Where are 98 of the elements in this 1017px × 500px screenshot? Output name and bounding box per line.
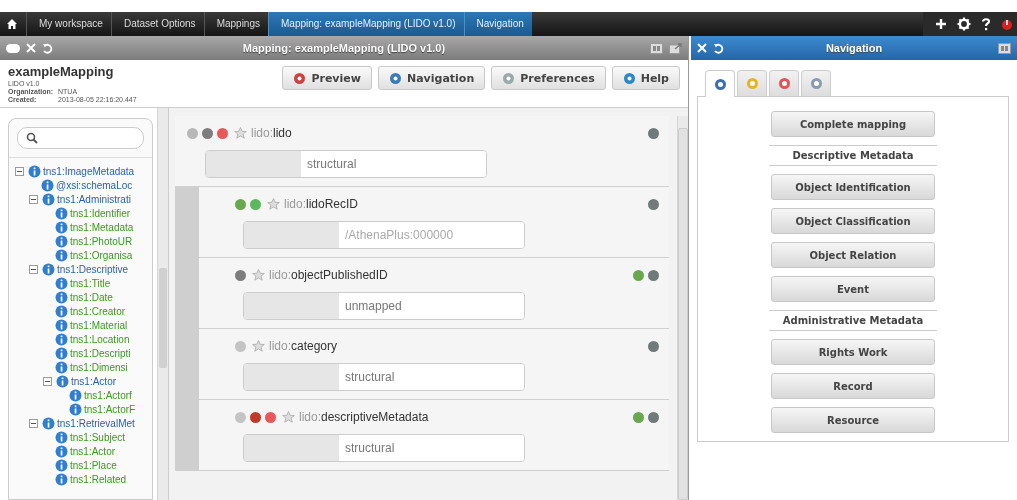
- element-name: lido:objectPublishedID: [269, 268, 388, 282]
- tree-item[interactable]: tns1:Organisa: [70, 249, 133, 261]
- close-icon[interactable]: [697, 43, 707, 53]
- info-icon: [55, 248, 68, 262]
- info-icon: [55, 234, 68, 248]
- preferences-button[interactable]: Preferences: [491, 66, 606, 90]
- refresh-icon[interactable]: [42, 42, 53, 54]
- compass-tab[interactable]: [705, 70, 735, 97]
- tree-item[interactable]: tns1:Actor: [70, 445, 116, 457]
- info-icon: [56, 374, 69, 388]
- collapse-toggle[interactable]: [29, 418, 38, 428]
- error-tab[interactable]: [769, 70, 799, 96]
- info-icon: [55, 290, 68, 304]
- navigation-button[interactable]: Complete mapping: [771, 111, 935, 137]
- info-icon: [42, 262, 55, 276]
- scrollbar[interactable]: [157, 108, 168, 500]
- search-field[interactable]: [17, 127, 144, 149]
- tree-item[interactable]: tns1:RetrievalMet: [57, 417, 135, 429]
- info-icon: [55, 332, 68, 346]
- navigation-button[interactable]: Object Identification: [771, 174, 935, 200]
- tree-item[interactable]: tns1:Metadata: [70, 221, 134, 233]
- collapse-toggle[interactable]: [43, 376, 52, 386]
- popout-icon[interactable]: [669, 42, 682, 54]
- tree-item[interactable]: tns1:PhotoUR: [70, 235, 133, 247]
- close-icon[interactable]: [26, 43, 36, 53]
- tree-item[interactable]: tns1:Actor: [71, 375, 117, 387]
- navigation-button[interactable]: Navigation: [377, 66, 486, 90]
- tree-item[interactable]: tns1:ActorF: [84, 403, 136, 415]
- mapping-value-field[interactable]: unmapped: [243, 292, 525, 320]
- mapping-value-field[interactable]: structural: [243, 434, 525, 462]
- tree-item[interactable]: tns1:Title: [70, 277, 111, 289]
- tree-item[interactable]: tns1:Administrati: [57, 193, 131, 205]
- info-icon: [28, 164, 41, 178]
- info-icon: [41, 178, 54, 192]
- navigation-button[interactable]: Object Relation: [771, 242, 935, 268]
- layout-icon[interactable]: [998, 42, 1011, 54]
- info-icon: [55, 318, 68, 332]
- info-icon: [69, 388, 82, 402]
- collapse-toggle[interactable]: [29, 264, 38, 274]
- collapse-toggle[interactable]: [29, 194, 38, 204]
- tree-item[interactable]: tns1:Subject: [70, 431, 126, 443]
- tree-item[interactable]: tns1:Date: [70, 291, 113, 303]
- info-icon: [55, 444, 68, 458]
- info-icon: [42, 192, 55, 206]
- element-name: lido:lido: [251, 126, 292, 140]
- mapping-value-field[interactable]: structural: [205, 150, 487, 178]
- tree-item[interactable]: tns1:Dimensi: [70, 361, 128, 373]
- collapse-toggle[interactable]: [15, 166, 24, 176]
- tree-item[interactable]: tns1:ImageMetadata: [43, 165, 135, 177]
- tree-item[interactable]: tns1:Creator: [70, 305, 126, 317]
- section-heading: Descriptive Metadata: [769, 145, 937, 166]
- info-icon: [55, 276, 68, 290]
- info-icon: [55, 472, 68, 486]
- tree-item[interactable]: tns1:Related: [70, 473, 127, 485]
- info-icon: [55, 304, 68, 318]
- tree-item[interactable]: tns1:Actorf: [84, 389, 132, 401]
- search-tab[interactable]: [801, 70, 831, 96]
- info-icon: [42, 416, 55, 430]
- mapping-name: exampleMapping: [8, 64, 115, 80]
- refresh-icon[interactable]: [713, 42, 724, 54]
- element-name: lido:category: [269, 339, 338, 353]
- window-title: Mapping: exampleMapping (LIDO v1.0): [241, 42, 447, 54]
- scrollbar[interactable]: [677, 116, 688, 500]
- star-tab[interactable]: [737, 70, 767, 96]
- tree-item[interactable]: tns1:Identifier: [70, 207, 131, 219]
- tree-item[interactable]: tns1:Descripti: [70, 347, 131, 359]
- info-icon: [55, 430, 68, 444]
- info-icon: [55, 346, 68, 360]
- tree-item[interactable]: tns1:Place: [70, 459, 117, 471]
- navigation-button[interactable]: Record: [771, 373, 935, 399]
- info-icon: [55, 360, 68, 374]
- settings-icon[interactable]: [957, 17, 971, 31]
- info-icon: [69, 402, 82, 416]
- breadcrumb-link[interactable]: Mapping: exampleMapping (LIDO v1.0): [268, 12, 464, 36]
- breadcrumb-link[interactable]: Navigation: [463, 12, 532, 36]
- navigation-button[interactable]: Rights Work: [771, 339, 935, 365]
- navigation-button[interactable]: Object Classification: [771, 208, 935, 234]
- tree-item[interactable]: tns1:Location: [70, 333, 130, 345]
- power-icon[interactable]: [1001, 17, 1013, 31]
- info-icon: [55, 458, 68, 472]
- preview-button[interactable]: Preview: [282, 66, 372, 90]
- tree-item[interactable]: @xsi:schemaLoc: [56, 179, 133, 191]
- section-heading: Administrative Metadata: [769, 310, 937, 331]
- info-icon: [55, 220, 68, 234]
- navigation-button[interactable]: Resource: [771, 407, 935, 433]
- minimize-icon[interactable]: [6, 43, 20, 53]
- layout-icon[interactable]: [650, 42, 663, 54]
- element-name: lido:lidoRecID: [284, 197, 359, 211]
- plus-icon[interactable]: [935, 18, 947, 30]
- mapping-value-field[interactable]: /AthenaPlus:000000: [243, 221, 525, 249]
- element-name: lido:descriptiveMetadata: [299, 410, 429, 424]
- info-icon: [55, 206, 68, 220]
- navigation-button[interactable]: Event: [771, 276, 935, 302]
- mapping-value-field[interactable]: structural: [243, 363, 525, 391]
- tree-item[interactable]: tns1:Material: [70, 319, 128, 331]
- tree-item[interactable]: tns1:Descriptive: [57, 263, 129, 275]
- window-title: Navigation: [824, 42, 884, 54]
- help-button[interactable]: Help: [611, 66, 680, 90]
